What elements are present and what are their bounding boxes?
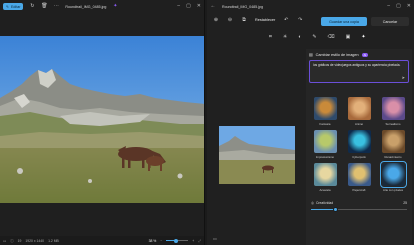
close-icon[interactable]: ✕ [197, 3, 201, 9]
style-option[interactable]: Animé [345, 97, 373, 127]
restyle-panel: ▤ Cambiar estilo de imagen AI los gráfic… [306, 49, 412, 245]
filmstrip-icon[interactable]: ▭ [3, 239, 6, 243]
copilot-icon[interactable]: ✦ [112, 4, 118, 10]
zoom-out-icon[interactable]: ⊖ [227, 17, 233, 23]
style-option[interactable]: Renacimiento [379, 130, 407, 160]
adjust-icon[interactable]: ☀ [283, 34, 287, 40]
creativity-row: ◎ Creatividad 25 [311, 201, 407, 205]
crop-icon[interactable]: ⌗ [269, 34, 272, 40]
style-thumbnail [379, 161, 407, 188]
style-option[interactable]: Surrealismo [379, 97, 407, 127]
style-label: Renacimiento [384, 155, 402, 159]
filter-icon[interactable]: ◐ [298, 34, 301, 40]
creativity-slider[interactable] [311, 207, 407, 212]
file-size: 1.2 MB [48, 238, 59, 243]
zoom-slider[interactable] [166, 238, 189, 243]
zoom-out-icon[interactable]: − [160, 239, 162, 243]
style-thumbnail [313, 163, 337, 186]
restyle-header: ▤ Cambiar estilo de imagen AI [309, 52, 369, 57]
style-thumbnail [347, 163, 371, 186]
background-icon[interactable]: ▣ [346, 34, 351, 40]
editor-window-controls: – ▢ ✕ [387, 3, 411, 9]
style-option[interactable]: Fantasía [311, 97, 339, 127]
style-label: Papercraft [352, 188, 366, 192]
edited-image-preview [219, 126, 295, 184]
restyle-icon[interactable]: ✦ [361, 34, 365, 40]
style-option[interactable]: Acuarela [311, 163, 339, 193]
viewer-filename: Roundtrail_IMG_0485.jpg [65, 4, 107, 9]
preview-photo [219, 126, 295, 184]
edit-button[interactable]: ✎ Editar [3, 3, 24, 10]
prompt-text: los gráficos de videojuegos antiguos y s… [313, 63, 401, 67]
minimize-icon[interactable]: – [387, 3, 390, 9]
more-icon[interactable]: ⋯ [53, 4, 59, 10]
style-thumbnail [381, 97, 405, 120]
creativity-slider-knob[interactable] [332, 207, 338, 212]
style-option[interactable]: Cyberpunk [345, 130, 373, 160]
style-grid: Fantasía Animé Surrealismo Impresionismo Cyb… [311, 97, 407, 193]
erase-icon[interactable]: ⌫ [328, 34, 335, 40]
maximize-icon[interactable]: ▢ [396, 3, 401, 9]
editor-titlebar: ← Roundtrail_IMG_0485.jpg [207, 0, 414, 13]
minimize-icon[interactable]: – [177, 3, 180, 9]
compare-icon[interactable]: ⧉ [241, 17, 247, 23]
edit-icon: ✎ [6, 4, 10, 9]
style-thumbnail [347, 130, 371, 153]
image-style-icon: ▤ [309, 53, 313, 57]
image-dimensions: 1920 x 1440 [25, 238, 45, 243]
viewer-statusbar: ▭ ⓘ 19 1920 x 1440 1.2 MB 38 % − + ⤢ [0, 236, 204, 245]
style-thumbnail [313, 130, 337, 153]
style-thumbnail [381, 130, 405, 153]
image-index: 19 [17, 238, 22, 243]
edit-toolbar: ⌗ ☀ ◐ ✎ ⌫ ▣ ✦ [269, 34, 366, 40]
style-label: Surrealismo [385, 122, 401, 126]
style-label: Impresionismo [315, 155, 335, 159]
maximize-icon[interactable]: ▢ [186, 3, 191, 9]
style-label: Animé [355, 122, 363, 126]
main-photo [0, 36, 204, 203]
ai-badge: AI [361, 52, 369, 57]
viewer-titlebar: ✎ Editar ↻ 🗑 ⋯ Roundtrail_IMG_0485.jpg ✦ [0, 0, 204, 13]
delete-icon[interactable]: 🗑 [41, 4, 47, 10]
back-icon[interactable]: ← [210, 4, 216, 10]
editor-footer: ▭ [213, 236, 217, 241]
style-prompt-input[interactable]: los gráficos de videojuegos antiguos y s… [309, 60, 409, 83]
cancel-button[interactable]: Cancelar [371, 17, 409, 26]
restyle-title: Cambiar estilo de imagen [315, 52, 359, 57]
panel-toggle-icon[interactable]: ▭ [213, 236, 217, 241]
style-option[interactable]: Arte con píxeles [379, 161, 407, 193]
editor-filename: Roundtrail_IMG_0485.jpg [222, 4, 263, 9]
reset-button[interactable]: Restablecer [255, 18, 275, 22]
zoom-value[interactable]: 38 % [149, 239, 157, 243]
zoom-in-icon[interactable]: ⊕ [213, 17, 219, 23]
style-option[interactable]: Impresionismo [311, 130, 339, 160]
info-icon[interactable]: ⓘ [10, 238, 13, 243]
redo-icon[interactable]: ↷ [297, 17, 303, 23]
creativity-value: 25 [403, 201, 407, 205]
close-icon[interactable]: ✕ [407, 3, 411, 9]
style-thumbnail [347, 97, 371, 120]
zoom-in-icon[interactable]: + [192, 239, 194, 243]
photo-editor-window: ← Roundtrail_IMG_0485.jpg – ▢ ✕ ⊕ ⊖ ⧉ Re… [207, 0, 414, 245]
style-label: Acuarela [319, 188, 331, 192]
style-option[interactable]: Papercraft [345, 163, 373, 193]
undo-icon[interactable]: ↶ [283, 17, 289, 23]
send-icon[interactable]: ➤ [402, 75, 405, 80]
style-thumbnail [313, 97, 337, 120]
style-label: Arte con píxeles [382, 188, 404, 192]
style-label: Fantasía [319, 122, 331, 126]
landscape-photo [0, 36, 204, 203]
rotate-icon[interactable]: ↻ [29, 4, 35, 10]
creativity-icon: ◎ [311, 201, 314, 205]
window-controls: – ▢ ✕ [177, 3, 201, 9]
fit-icon[interactable]: ⤢ [198, 239, 201, 243]
markup-icon[interactable]: ✎ [312, 34, 316, 40]
edit-label: Editar [11, 4, 21, 9]
style-label: Cyberpunk [352, 155, 366, 159]
photo-viewer-window: ✎ Editar ↻ 🗑 ⋯ Roundtrail_IMG_0485.jpg ✦… [0, 0, 205, 245]
creativity-label: Creatividad [315, 201, 334, 205]
save-copy-button[interactable]: Guardar una copia [321, 17, 367, 26]
